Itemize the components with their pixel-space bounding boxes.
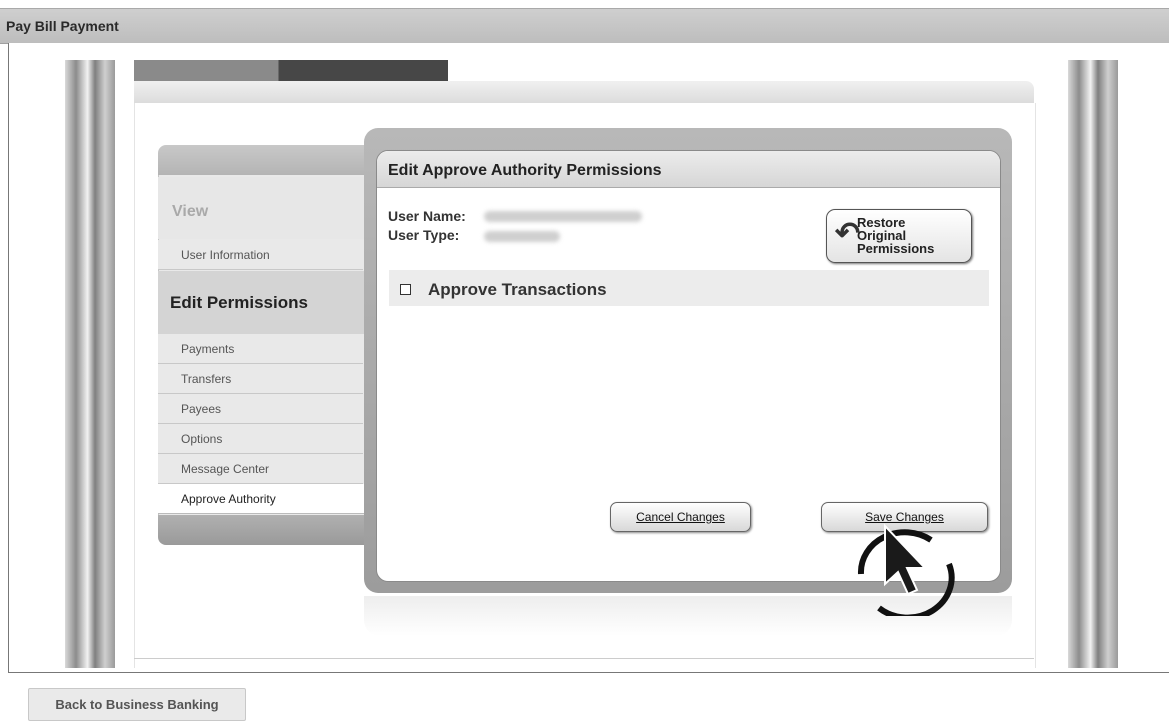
user-name-label: User Name: <box>388 208 466 224</box>
sidebar-item-approve-authority[interactable]: Approve Authority <box>158 484 368 514</box>
restore-original-permissions-button[interactable]: ↶ Restore Original Permissions <box>826 209 972 263</box>
sidebar-item-label: Options <box>181 432 223 446</box>
sidebar-footer <box>158 515 364 545</box>
window-title: Pay Bill Payment <box>6 18 119 34</box>
sidebar-item-label: User Information <box>181 248 270 262</box>
edit-permissions-panel: Edit Approve Authority Permissions User … <box>376 150 1001 582</box>
panel-header: Edit Approve Authority Permissions <box>377 151 1000 188</box>
sidebar-item-options[interactable]: Options <box>158 424 363 454</box>
sidebar-item-label: Transfers <box>181 372 232 386</box>
permission-row-approve-transactions: Approve Transactions <box>389 270 989 306</box>
user-type-value-redacted <box>484 231 560 242</box>
restore-label-line3: Permissions <box>857 241 935 256</box>
sidebar-header <box>158 145 364 175</box>
sidebar-heading-edit-permissions: Edit Permissions <box>158 271 364 334</box>
panel-title: Edit Approve Authority Permissions <box>388 162 662 179</box>
sidebar-item-label: Payments <box>181 342 235 356</box>
sidebar-item-message-center[interactable]: Message Center <box>158 454 363 484</box>
approve-transactions-label: Approve Transactions <box>428 280 607 299</box>
restore-button-label: Restore Original Permissions <box>857 216 967 255</box>
permissions-sidebar: View User Information Edit Permissions P… <box>158 145 392 545</box>
window-title-bar: Pay Bill Payment <box>0 8 1169 44</box>
sidebar-item-label: Approve Authority <box>181 492 276 506</box>
content-divider <box>134 658 1034 659</box>
sidebar-item-label: Payees <box>181 402 222 416</box>
mouse-cursor-icon <box>857 523 955 616</box>
decorative-rail-left <box>65 60 115 668</box>
undo-arrow-icon: ↶ <box>835 217 861 250</box>
decorative-rail-right <box>1068 60 1118 668</box>
sidebar-heading-edit-label: Edit Permissions <box>170 293 308 312</box>
sidebar-item-payments[interactable]: Payments <box>158 334 363 364</box>
sidebar-item-label: Message Center <box>181 462 270 476</box>
top-tab-strip <box>134 60 448 81</box>
back-to-business-banking-button[interactable]: Back to Business Banking <box>28 688 246 721</box>
user-name-value-redacted <box>484 211 642 222</box>
cancel-changes-button[interactable]: Cancel Changes <box>610 502 751 532</box>
sidebar-item-payees[interactable]: Payees <box>158 394 363 424</box>
content-header-bar <box>134 81 1034 104</box>
sidebar-heading-view: View <box>158 177 364 239</box>
sidebar-heading-view-label: View <box>172 203 209 220</box>
sidebar-item-transfers[interactable]: Transfers <box>158 364 363 394</box>
approve-transactions-checkbox[interactable] <box>400 284 411 295</box>
sidebar-item-user-information[interactable]: User Information <box>158 240 363 270</box>
user-type-label: User Type: <box>388 227 460 243</box>
